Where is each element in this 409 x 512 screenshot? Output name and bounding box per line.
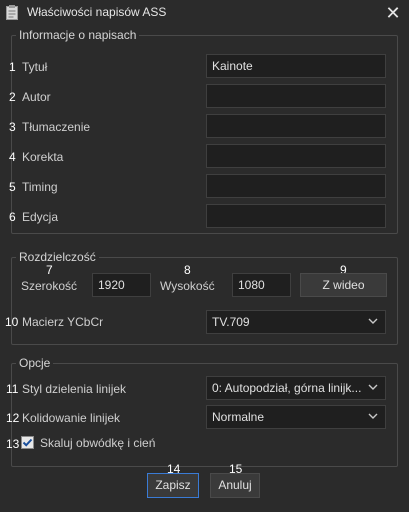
timing-input[interactable] <box>206 174 386 198</box>
row-number-2: 2 <box>9 90 16 104</box>
translation-label: Tłumaczenie <box>22 120 91 134</box>
scale-border-shadow-checkbox[interactable] <box>21 436 34 449</box>
checkmark-icon <box>22 438 33 447</box>
wrap-style-select-value: 0: Autopodział, górna linijk... <box>212 381 362 395</box>
collision-number: 12 <box>6 411 20 425</box>
translation-input[interactable] <box>206 114 386 138</box>
chevron-down-icon <box>368 413 378 419</box>
width-input[interactable]: 1920 <box>92 273 151 297</box>
timing-label: Timing <box>22 180 58 194</box>
title-label: Tytuł <box>22 60 48 74</box>
save-button[interactable]: Zapisz <box>147 473 199 498</box>
matrix-label: Macierz YCbCr <box>22 315 104 329</box>
chevron-down-icon <box>368 318 378 324</box>
matrix-select-value: TV.709 <box>212 315 250 329</box>
close-button[interactable]: ✕ <box>383 3 403 23</box>
wrap-style-number: 11 <box>6 382 19 396</box>
collision-label: Kolidowanie linijek <box>22 411 121 425</box>
row-number-3: 3 <box>9 120 16 134</box>
options-group-legend: Opcje <box>16 356 54 370</box>
width-number: 7 <box>46 263 53 277</box>
height-label: Wysokość <box>160 279 215 293</box>
author-input[interactable] <box>206 84 386 108</box>
width-label: Szerokość <box>21 279 78 293</box>
row-number-4: 4 <box>9 150 16 164</box>
matrix-number: 10 <box>5 315 19 329</box>
proofreading-input[interactable] <box>206 144 386 168</box>
height-number: 8 <box>184 263 191 277</box>
title-input[interactable]: Kainote <box>206 54 386 78</box>
height-input[interactable]: 1080 <box>232 273 291 297</box>
scale-border-shadow-label: Skaluj obwódkę i cień <box>40 436 156 450</box>
cancel-button[interactable]: Anuluj <box>210 473 260 498</box>
matrix-select[interactable]: TV.709 <box>206 310 386 334</box>
resolution-group-legend: Rozdzielczość <box>16 250 99 264</box>
author-label: Autor <box>22 90 51 104</box>
editing-label: Edycja <box>22 210 59 224</box>
info-group-legend: Informacje o napisach <box>16 28 140 42</box>
collision-select-value: Normalne <box>212 410 265 424</box>
row-number-5: 5 <box>9 180 16 194</box>
row-number-1: 1 <box>9 60 16 74</box>
proofreading-label: Korekta <box>22 150 64 164</box>
clipboard-icon <box>6 5 18 20</box>
window-title: Właściwości napisów ASS <box>27 5 167 19</box>
collision-select[interactable]: Normalne <box>206 405 386 429</box>
wrap-style-label: Styl dzielenia linijek <box>22 382 127 396</box>
editing-input[interactable] <box>206 204 386 228</box>
from-video-button[interactable]: Z wideo <box>300 273 387 297</box>
scale-number: 13 <box>6 437 20 451</box>
wrap-style-select[interactable]: 0: Autopodział, górna linijk... <box>206 376 386 400</box>
chevron-down-icon <box>368 384 378 390</box>
row-number-6: 6 <box>9 210 16 224</box>
